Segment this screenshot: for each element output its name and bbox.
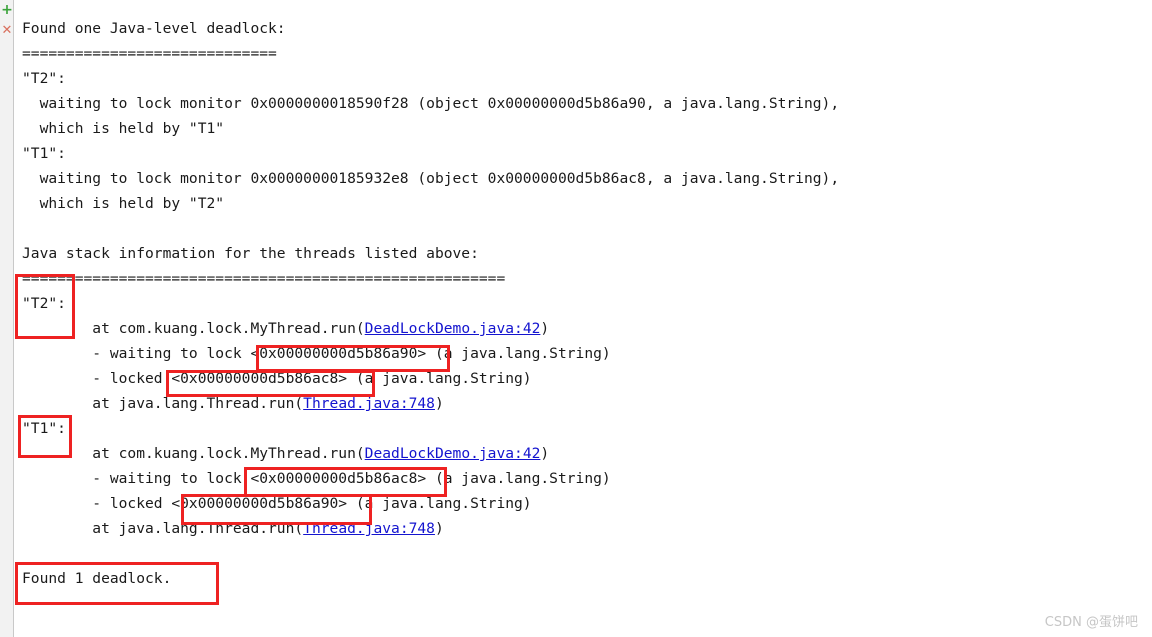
console-output-panel: + ✕ Found one Java-level deadlock: ======… bbox=[0, 0, 1152, 637]
console-line: ========================================… bbox=[22, 270, 506, 287]
console-line: "T2": bbox=[22, 70, 66, 87]
editor-gutter: + ✕ bbox=[0, 0, 14, 637]
console-line: Java stack information for the threads l… bbox=[22, 245, 479, 262]
console-line: - locked <0x00000000d5b86ac8> (a java.la… bbox=[22, 370, 532, 387]
console-line: at com.kuang.lock.MyThread.run(DeadLockD… bbox=[22, 320, 550, 337]
console-line: "T1": bbox=[22, 420, 66, 437]
stack-trace-link[interactable]: Thread.java:748 bbox=[303, 520, 435, 537]
console-line: at java.lang.Thread.run(Thread.java:748) bbox=[22, 395, 444, 412]
watermark-label: CSDN @蛋饼吧 bbox=[1044, 615, 1138, 630]
stack-trace-link[interactable]: DeadLockDemo.java:42 bbox=[365, 445, 541, 462]
console-line: "T1": bbox=[22, 145, 66, 162]
stack-trace-link[interactable]: DeadLockDemo.java:42 bbox=[365, 320, 541, 337]
console-line: waiting to lock monitor 0x0000000018590f… bbox=[22, 95, 840, 112]
console-line: ============================= bbox=[22, 45, 277, 62]
console-line: which is held by "T2" bbox=[22, 195, 225, 212]
console-line: - waiting to lock <0x00000000d5b86ac8> (… bbox=[22, 470, 611, 487]
console-line: - locked <0x00000000d5b86a90> (a java.la… bbox=[22, 495, 532, 512]
console-line: which is held by "T1" bbox=[22, 120, 225, 137]
console-line: at java.lang.Thread.run(Thread.java:748) bbox=[22, 520, 444, 537]
console-line: - waiting to lock <0x00000000d5b86a90> (… bbox=[22, 345, 611, 362]
console-line: waiting to lock monitor 0x00000000185932… bbox=[22, 170, 840, 187]
stack-trace-link[interactable]: Thread.java:748 bbox=[303, 395, 435, 412]
close-icon[interactable]: ✕ bbox=[0, 24, 14, 38]
add-icon[interactable]: + bbox=[0, 3, 14, 17]
console-line: at com.kuang.lock.MyThread.run(DeadLockD… bbox=[22, 445, 550, 462]
console-line: Found 1 deadlock. bbox=[22, 570, 172, 587]
console-line: "T2": bbox=[22, 295, 66, 312]
thread-dump-text[interactable]: Found one Java-level deadlock: ==========… bbox=[22, 16, 1132, 591]
console-line: Found one Java-level deadlock: bbox=[22, 20, 286, 37]
